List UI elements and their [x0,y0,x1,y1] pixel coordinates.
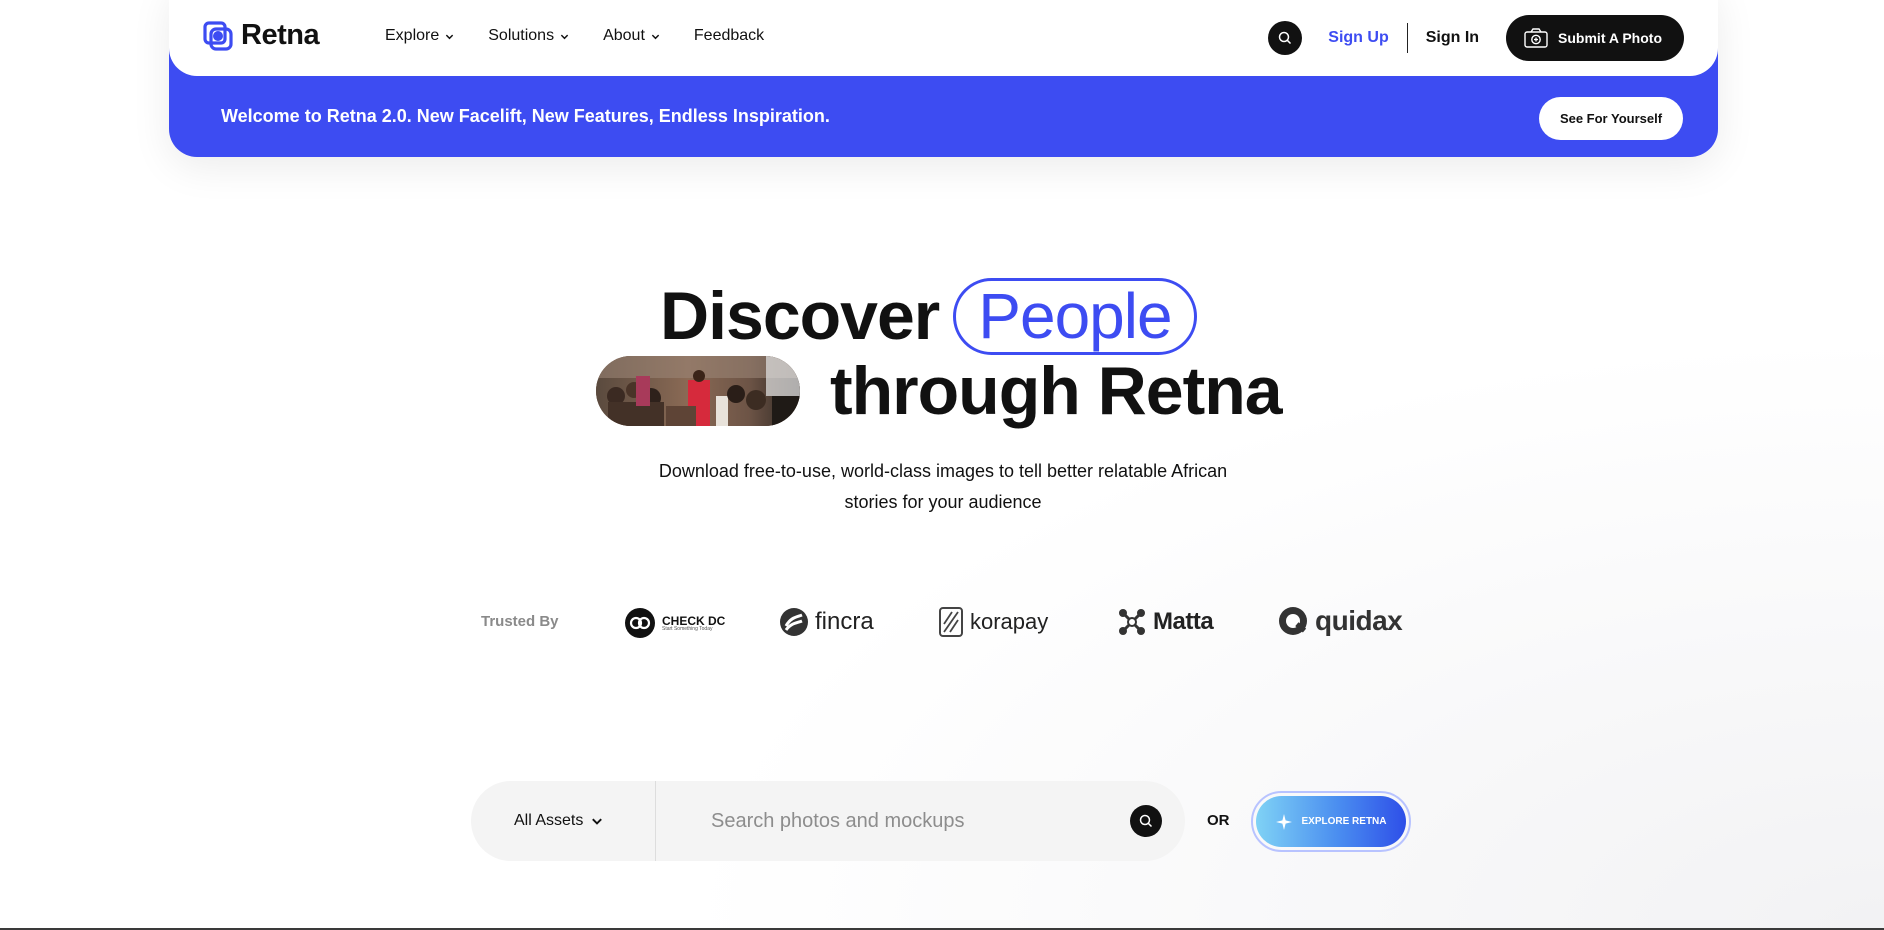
logo-fincra: fincra [779,607,874,637]
submit-photo-label: Submit A Photo [1558,30,1662,46]
logo-matta: Matta [1117,607,1214,637]
page: Welcome to Retna 2.0. New Facelift, New … [0,0,1884,930]
logo-quidax: quidax [1277,605,1403,637]
nav-about[interactable]: About [603,27,660,45]
matta-icon [1119,609,1145,635]
header-search-button[interactable] [1268,21,1303,55]
hero-subtitle: Download free-to-use, world-class images… [658,461,1228,512]
fincra-name: fincra [815,608,874,635]
nav-solutions[interactable]: Solutions [488,27,569,45]
hero-word-through-retna: through Retna [830,353,1283,429]
chevron-down-icon [592,818,603,825]
submit-photo-button[interactable]: Submit A Photo [1506,15,1684,61]
search-input[interactable] [711,801,1091,841]
hero-word-discover: Discover [660,278,940,354]
banner-text: Welcome to Retna 2.0. New Facelift, New … [221,106,830,126]
see-for-yourself-button[interactable]: See For Yourself [1539,97,1683,140]
asset-type-label: All Assets [514,812,584,829]
asset-type-dropdown[interactable]: All Assets [514,781,603,861]
explore-retna-button-outline: EXPLORE RETNA [1251,791,1411,852]
camera-plus-icon [1524,28,1548,48]
nav-feedback-label: Feedback [693,27,765,44]
chevron-down-icon [560,34,569,39]
search-divider [655,781,656,861]
explore-retna-button[interactable]: EXPLORE RETNA [1256,796,1406,847]
hero-crowd-photo [596,356,800,426]
logo-korapay: korapay [938,606,1048,638]
hero-title-line-2: through Retna [596,353,1283,429]
nav-explore[interactable]: Explore [385,27,454,45]
quidax-icon [1279,607,1307,635]
sparkle-icon [1276,813,1293,830]
nav-explore-label: Explore [385,27,440,44]
retna-logo-icon [203,20,233,51]
or-separator: OR [1207,812,1230,829]
search-bar: All Assets [471,781,1185,861]
hero-highlight-people: People [953,277,1197,355]
chevron-down-icon [651,34,660,39]
trusted-by-label: Trusted By [481,613,559,630]
retna-logo[interactable]: Retna [203,19,320,52]
quidax-name: quidax [1315,605,1403,636]
nav-divider [1406,23,1408,53]
sign-in-link[interactable]: Sign In [1426,29,1479,47]
fincra-icon [780,608,808,636]
nav-about-label: About [603,27,645,44]
explore-retna-label: EXPLORE RETNA [1301,816,1387,827]
hero-title-line-1: Discover People [660,276,1197,356]
checkdc-name: CHECK DC [662,613,726,628]
logo-text: Retna [241,19,320,51]
top-navbar: Retna Explore Solutions About Feedback S… [169,0,1718,76]
korapay-icon [939,607,963,637]
matta-name: Matta [1153,608,1214,635]
korapay-name: korapay [970,609,1049,634]
nav-actions: Sign Up Sign In Submit A Photo [1268,15,1684,61]
main-nav: Explore Solutions About Feedback [385,27,764,45]
search-submit-button[interactable] [1130,805,1162,837]
checkdc-tagline: Start Something Today [662,625,713,632]
search-icon [1139,814,1153,828]
logo-checkdc: CHECK DC Start Something Today [624,607,725,639]
search-icon [1279,31,1292,45]
sign-up-link[interactable]: Sign Up [1328,29,1388,47]
checkdc-icon [625,608,655,638]
chevron-down-icon [446,34,454,39]
nav-solutions-label: Solutions [488,27,555,44]
nav-feedback[interactable]: Feedback [694,27,764,45]
